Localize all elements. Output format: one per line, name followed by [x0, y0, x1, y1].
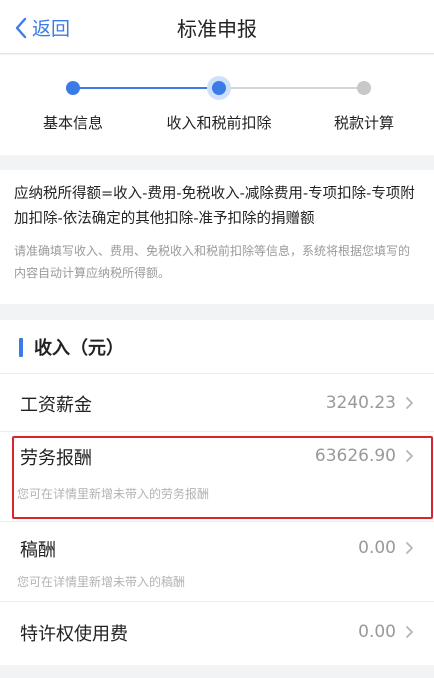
step-dot-income-deduction: [207, 76, 231, 100]
step-dot-basic-info: [66, 81, 80, 95]
progress-steps: 基本信息 收入和税前扣除 税款计算: [0, 55, 434, 155]
step-line-todo: [219, 87, 364, 89]
formula-text: 应纳税所得额=收入-费用-免税收入-减除费用-专项扣除-专项附加扣除-依法确定的…: [14, 186, 415, 227]
income-section-title: 收入（元）: [34, 338, 124, 359]
income-row-value: 0.00: [358, 622, 396, 642]
chevron-right-icon: [406, 397, 413, 409]
income-row-franchise-fee[interactable]: 特许权使用费 0.00: [0, 602, 434, 662]
income-section-header: 收入（元）: [0, 320, 434, 374]
income-row-value: 0.00: [358, 538, 396, 558]
chevron-right-icon: [406, 542, 413, 554]
income-row-royalties[interactable]: 稿酬 0.00 您可在详情里新增未带入的稿酬: [0, 522, 434, 602]
income-row-name: 稿酬: [20, 540, 56, 561]
income-row-wages[interactable]: 工资薪金 3240.23: [0, 374, 434, 432]
income-row-value: 3240.23: [325, 393, 396, 413]
income-row-name: 工资薪金: [20, 395, 92, 416]
page-title: 标准申报: [177, 17, 257, 41]
highlight-box: [12, 436, 433, 519]
top-nav-bar: 返回 标准申报: [0, 0, 434, 54]
formula-panel: 应纳税所得额=收入-费用-免税收入-减除费用-专项扣除-专项附加扣除-依法确定的…: [0, 170, 434, 304]
income-row-hint: 您可在详情里新增未带入的稿酬: [17, 575, 186, 589]
step-label-tax-calc: 税款计算: [333, 114, 395, 132]
step-dot-tax-calc: [357, 81, 371, 95]
chevron-right-icon: [406, 626, 413, 638]
step-label-income-deduction: 收入和税前扣除: [166, 114, 272, 132]
income-section: 收入（元） 工资薪金 3240.23 劳务报酬 63626.90 您可在详情里新…: [0, 320, 434, 665]
section-accent-bar: [19, 338, 23, 357]
income-row-name: 特许权使用费: [20, 624, 128, 645]
step-line-done: [73, 87, 219, 89]
formula-note: 请准确填写收入、费用、免税收入和税前扣除等信息，系统将根据您填写的内容自动计算应…: [14, 244, 411, 280]
step-label-basic-info: 基本信息: [42, 114, 104, 132]
